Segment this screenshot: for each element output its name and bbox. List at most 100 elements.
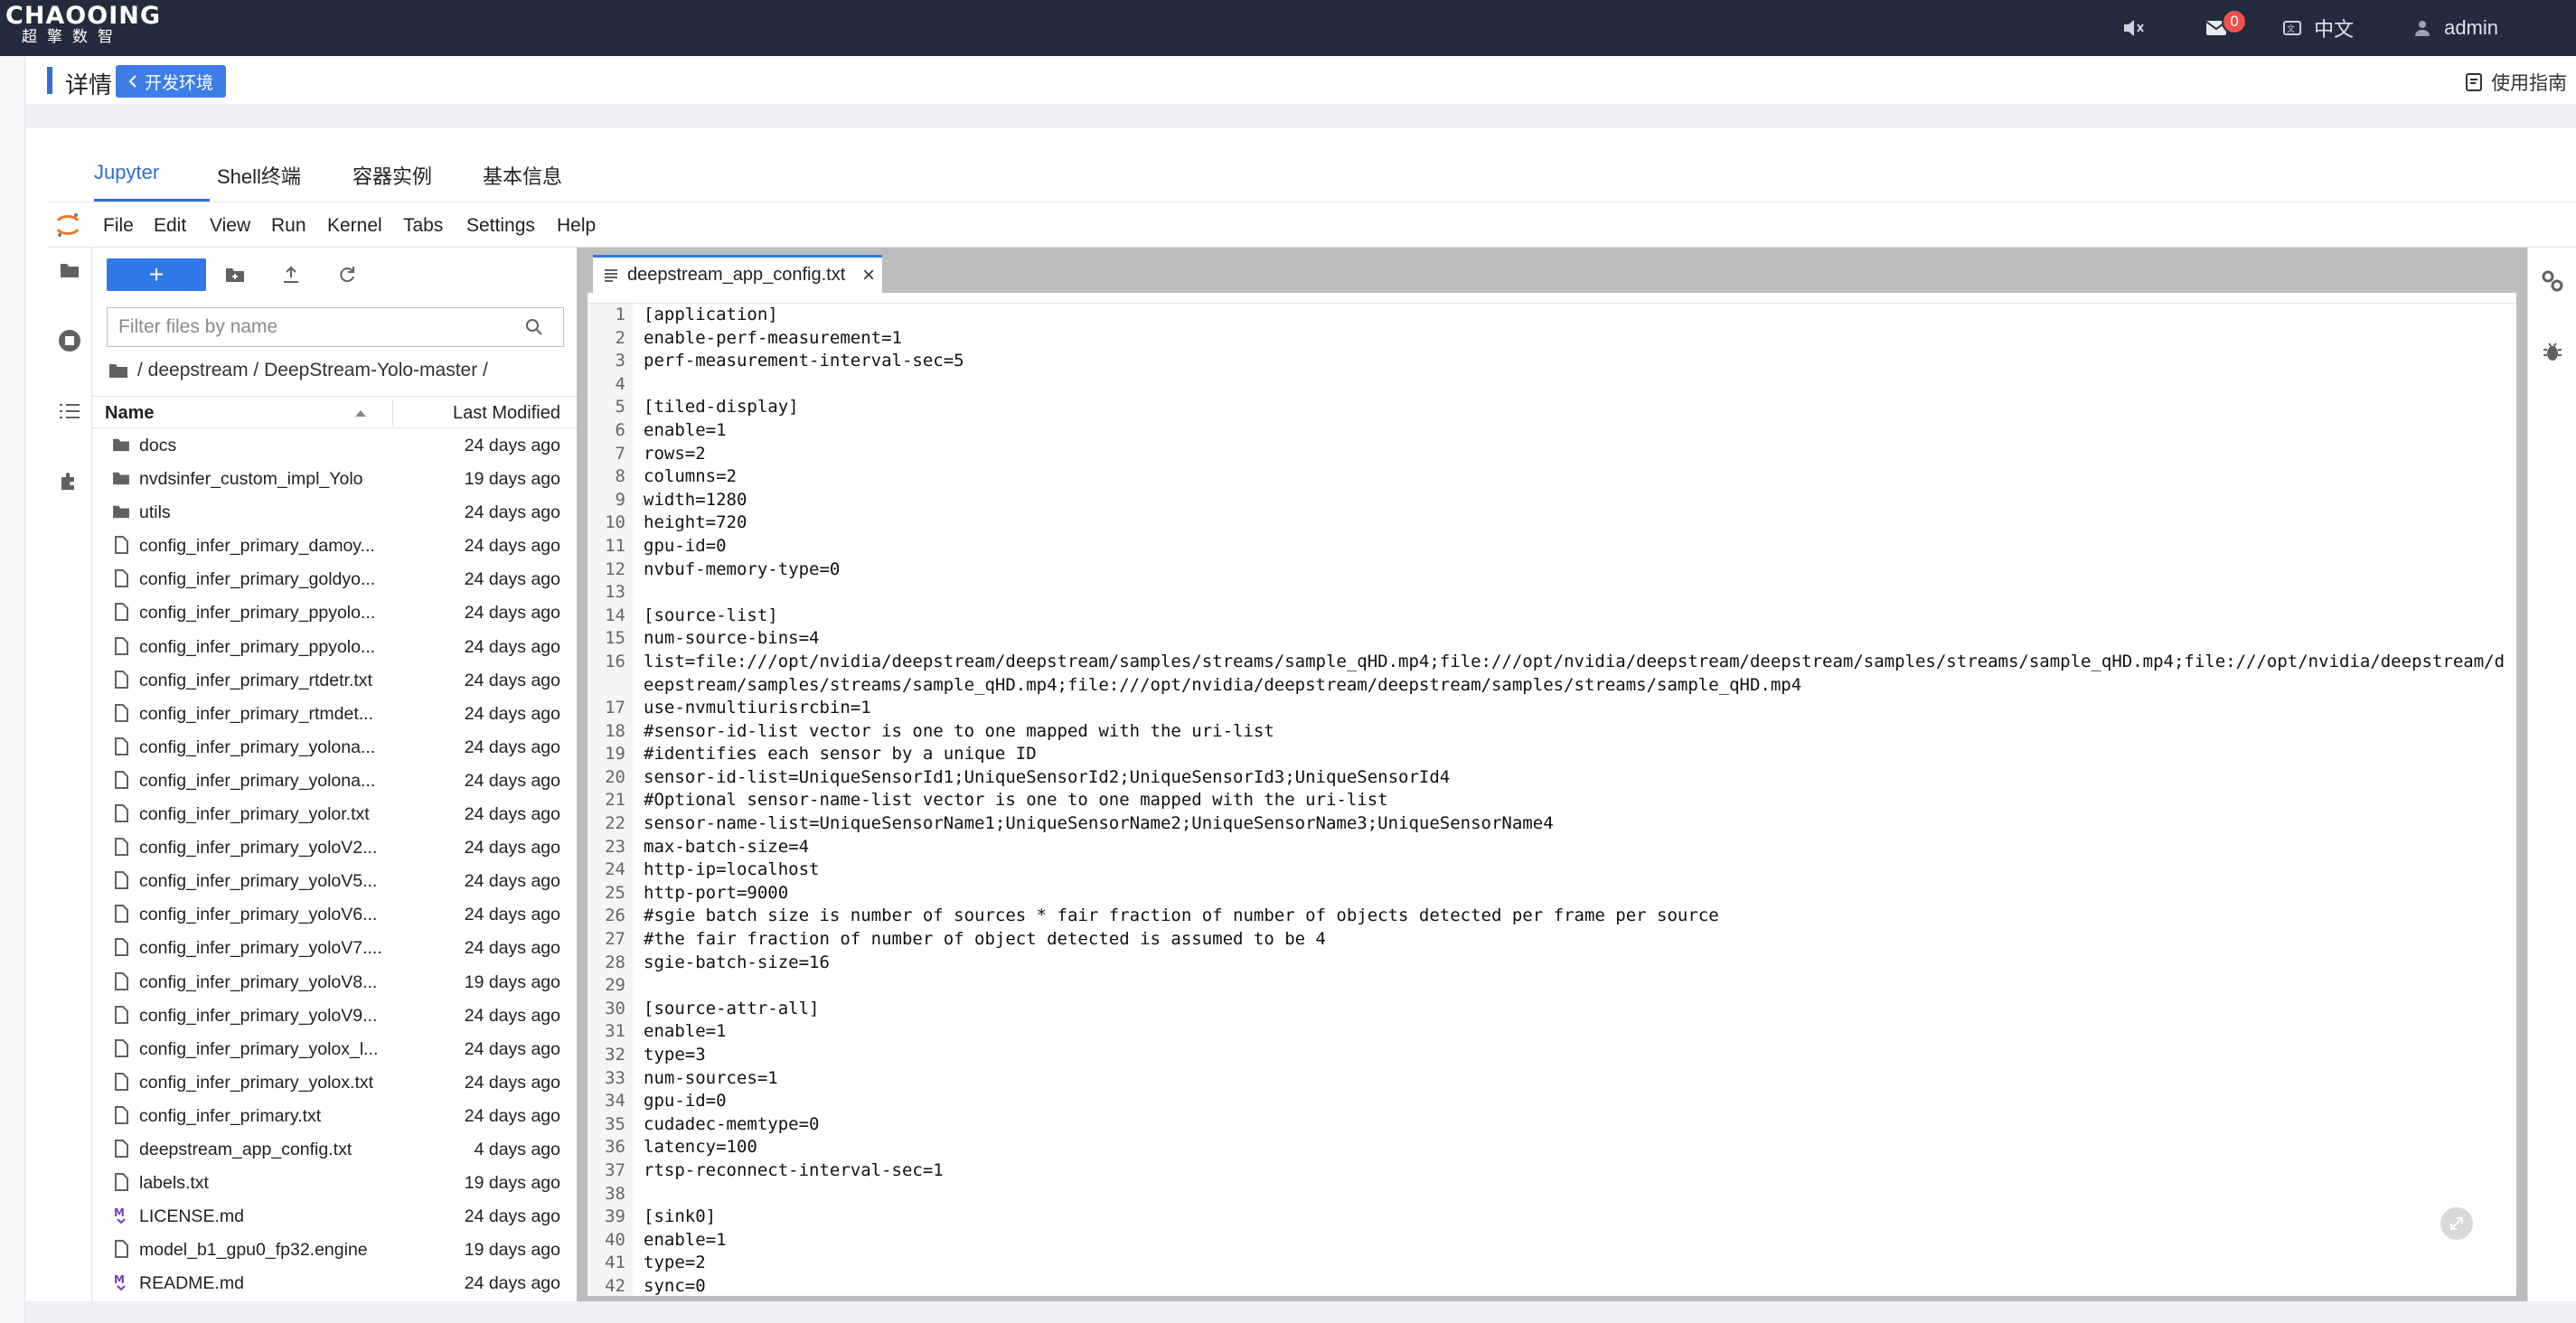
code-line[interactable]: 25 http-port=9000 <box>588 882 2518 905</box>
code-line[interactable]: 41 type=2 <box>588 1252 2518 1275</box>
code-line[interactable]: 18 #sensor-id-list vector is one to one m… <box>588 720 2518 744</box>
code-line[interactable]: 40 enable=1 <box>588 1229 2518 1253</box>
upload-icon[interactable] <box>277 260 306 289</box>
code-line[interactable]: 8 columns=2 <box>588 465 2518 489</box>
menu-settings[interactable]: Settings <box>466 215 535 237</box>
code-line[interactable]: 17 use-nvmultiurisrcbin=1 <box>588 697 2518 720</box>
user-menu[interactable]: admin <box>2413 16 2498 40</box>
file-list-item[interactable]: config_infer_primary_damoy... 24 days ago <box>92 529 577 562</box>
file-list-item[interactable]: config_infer_primary_rtdetr.txt 24 days a… <box>92 663 577 697</box>
file-list-item[interactable]: config_infer_primary_rtmdet... 24 days ag… <box>92 697 577 730</box>
code-line[interactable]: 11 gpu-id=0 <box>588 535 2518 558</box>
file-list-item[interactable]: config_infer_primary_yoloV8... 19 days ag… <box>92 965 577 999</box>
folder-icon[interactable] <box>108 362 128 379</box>
code-line[interactable]: 38 <box>588 1183 2518 1206</box>
sort-up-icon[interactable] <box>354 406 367 422</box>
menu-tabs[interactable]: Tabs <box>403 215 443 237</box>
code-line[interactable]: 24 http-ip=localhost <box>588 859 2518 882</box>
code-line[interactable]: 31 enable=1 <box>588 1020 2518 1044</box>
file-list-item[interactable]: config_infer_primary_yolor.txt 24 days ag… <box>92 797 577 830</box>
code-line[interactable]: 2 enable-perf-measurement=1 <box>588 327 2518 351</box>
file-list-item[interactable]: config_infer_primary_yoloV7.... 24 days a… <box>92 931 577 964</box>
code-line[interactable]: 42 sync=0 <box>588 1275 2518 1296</box>
code-line[interactable]: 14 [source-list] <box>588 605 2518 628</box>
code-line[interactable]: 4 <box>588 373 2518 397</box>
code-line[interactable]: 37 rtsp-reconnect-interval-sec=1 <box>588 1159 2518 1183</box>
code-line[interactable]: 39 [sink0] <box>588 1206 2518 1229</box>
refresh-icon[interactable] <box>333 260 362 289</box>
new-folder-icon[interactable] <box>221 260 249 289</box>
code-editor[interactable]: 1 [application] 2 enable-perf-measurement=1… <box>588 293 2518 1296</box>
filter-files-input[interactable] <box>118 316 525 338</box>
code-line[interactable]: 30 [source-attr-all] <box>588 998 2518 1021</box>
code-content[interactable]: 1 [application] 2 enable-perf-measurement=1… <box>588 304 2518 1296</box>
code-line[interactable]: 28 sgie-batch-size=16 <box>588 952 2518 975</box>
file-list-item[interactable]: model_b1_gpu0_fp32.engine 19 days ago <box>92 1233 577 1266</box>
file-list-item[interactable]: config_infer_primary_yoloV9... 24 days ag… <box>92 999 577 1032</box>
new-launcher-button[interactable]: + <box>107 258 206 291</box>
file-list-item[interactable]: config_infer_primary.txt 24 days ago <box>92 1099 577 1132</box>
mute-icon[interactable] <box>2122 18 2146 38</box>
code-line[interactable]: 10 height=720 <box>588 511 2518 535</box>
menu-run[interactable]: Run <box>271 215 306 237</box>
menu-view[interactable]: View <box>210 215 250 237</box>
code-line[interactable]: 9 width=1280 <box>588 489 2518 512</box>
breadcrumb-path[interactable]: / deepstream / DeepStream-Yolo-master / <box>137 360 488 381</box>
back-to-dev-env-button[interactable]: 开发环境 <box>116 65 227 98</box>
close-icon[interactable]: × <box>862 264 875 286</box>
file-list-item[interactable]: config_infer_primary_yolox.txt 24 days ag… <box>92 1065 577 1099</box>
expand-icon[interactable] <box>2440 1207 2473 1240</box>
code-line[interactable]: 20 sensor-id-list=UniqueSensorId1;UniqueS… <box>588 766 2518 790</box>
user-guide-link[interactable]: 使用指南 <box>2466 69 2567 96</box>
tab-container-instance[interactable]: 容器实例 <box>353 161 432 190</box>
file-list-item[interactable]: config_infer_primary_yolona... 24 days ag… <box>92 730 577 764</box>
document-tab[interactable]: deepstream_app_config.txt × <box>593 255 882 293</box>
file-list-item[interactable]: config_infer_primary_yolox_l... 24 days a… <box>92 1032 577 1065</box>
code-line[interactable]: 5 [tiled-display] <box>588 396 2518 419</box>
code-line[interactable]: 35 cudadec-memtype=0 <box>588 1113 2518 1137</box>
file-list-item[interactable]: nvdsinfer_custom_impl_Yolo 19 days ago <box>92 462 577 495</box>
code-line[interactable]: 13 <box>588 581 2518 605</box>
file-list-item[interactable]: config_infer_primary_yoloV2... 24 days ag… <box>92 830 577 864</box>
code-line[interactable]: 22 sensor-name-list=UniqueSensorName1;Uni… <box>588 812 2518 836</box>
tab-jupyter[interactable]: Jupyter <box>94 161 159 184</box>
file-list-item[interactable]: docs 24 days ago <box>92 428 577 462</box>
property-inspector-icon[interactable] <box>2539 267 2566 295</box>
tab-basic-info[interactable]: 基本信息 <box>483 161 562 190</box>
running-sessions-icon[interactable] <box>56 327 83 354</box>
file-list-item[interactable]: config_infer_primary_yolona... 24 days ag… <box>92 764 577 797</box>
file-list-item[interactable]: M LICENSE.md 24 days ago <box>92 1199 577 1233</box>
menu-help[interactable]: Help <box>557 215 596 237</box>
code-line[interactable]: 33 num-sources=1 <box>588 1067 2518 1091</box>
code-line[interactable]: 16 list=file:///opt/nvidia/deepstream/dee… <box>588 651 2518 697</box>
file-list-item[interactable]: config_infer_primary_ppyolo... 24 days ag… <box>92 630 577 663</box>
menu-file[interactable]: File <box>103 215 134 237</box>
file-list-item[interactable]: M README.md 24 days ago <box>92 1266 577 1300</box>
code-line[interactable]: 34 gpu-id=0 <box>588 1090 2518 1113</box>
file-list-item[interactable]: labels.txt 19 days ago <box>92 1166 577 1199</box>
brand-logo[interactable]: CHAOOING 超擎数智 <box>5 4 160 45</box>
code-line[interactable]: 36 latency=100 <box>588 1136 2518 1159</box>
file-list-item[interactable]: utils 24 days ago <box>92 495 577 529</box>
menu-edit[interactable]: Edit <box>154 215 186 237</box>
column-modified-header[interactable]: Last Modified <box>453 403 560 424</box>
mail-button[interactable]: 0 <box>2205 9 2248 36</box>
file-list-item[interactable]: deepstream_app_config.txt 4 days ago <box>92 1132 577 1166</box>
code-line[interactable]: 3 perf-measurement-interval-sec=5 <box>588 350 2518 373</box>
code-line[interactable]: 19 #identifies each sensor by a unique ID <box>588 743 2518 766</box>
language-switch[interactable]: 文 中文 <box>2283 14 2354 42</box>
code-line[interactable]: 7 rows=2 <box>588 443 2518 466</box>
code-line[interactable]: 12 nvbuf-memory-type=0 <box>588 558 2518 582</box>
menu-kernel[interactable]: Kernel <box>327 215 382 237</box>
extensions-icon[interactable] <box>56 468 83 495</box>
code-line[interactable]: 27 #the fair fraction of number of object… <box>588 928 2518 952</box>
file-list-item[interactable]: config_infer_primary_yoloV6... 24 days ag… <box>92 897 577 931</box>
code-line[interactable]: 32 type=3 <box>588 1044 2518 1067</box>
code-line[interactable]: 29 <box>588 974 2518 998</box>
code-line[interactable]: 6 enable=1 <box>588 419 2518 443</box>
tab-shell[interactable]: Shell终端 <box>217 161 301 190</box>
code-line[interactable]: 1 [application] <box>588 304 2518 327</box>
code-line[interactable]: 21 #Optional sensor-name-list vector is o… <box>588 789 2518 812</box>
table-of-contents-icon[interactable] <box>56 398 83 425</box>
column-name-header[interactable]: Name <box>105 403 154 424</box>
